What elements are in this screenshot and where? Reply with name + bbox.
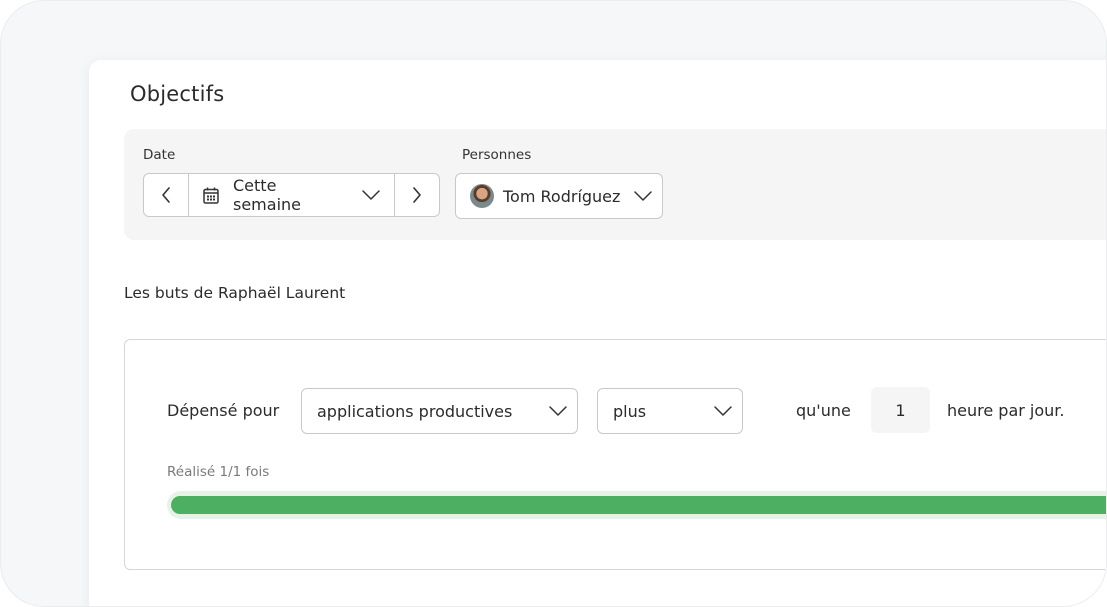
user-avatar: [470, 184, 494, 208]
goals-panel: Objectifs Date Cette semaine Personnes T…: [89, 60, 1106, 606]
category-value: applications productives: [317, 401, 513, 421]
date-filter-label: Date: [143, 147, 176, 163]
progress-bar: [167, 491, 1106, 519]
person-value: Tom Rodríguez: [503, 186, 621, 206]
date-range-picker: Cette semaine: [143, 173, 440, 217]
chevron-down-icon: [714, 406, 732, 416]
goal-connector-text: qu'une: [796, 401, 851, 420]
chevron-down-icon: [549, 406, 567, 416]
goal-suffix-text: heure par jour.: [947, 401, 1065, 420]
window-frame: Objectifs Date Cette semaine Personnes T…: [0, 0, 1107, 607]
previous-period-button[interactable]: [144, 174, 189, 216]
person-dropdown[interactable]: Tom Rodríguez: [455, 173, 663, 219]
chevron-down-icon: [362, 190, 380, 200]
chevron-left-icon: [161, 187, 171, 203]
goal-prefix-text: Dépensé pour: [167, 401, 280, 420]
chevron-down-icon: [634, 191, 652, 201]
next-period-button[interactable]: [394, 174, 439, 216]
chevron-right-icon: [412, 187, 422, 203]
hours-amount-input[interactable]: 1: [871, 387, 930, 433]
date-period-dropdown[interactable]: Cette semaine: [189, 174, 394, 216]
calendar-icon: [203, 187, 219, 204]
people-filter-label: Personnes: [462, 147, 532, 163]
progress-bar-fill: [171, 496, 1106, 514]
comparator-dropdown[interactable]: plus: [597, 388, 743, 434]
goal-card: Dépensé pour applications productives pl…: [124, 339, 1106, 570]
category-dropdown[interactable]: applications productives: [301, 388, 578, 434]
date-period-value: Cette semaine: [233, 176, 301, 214]
goals-heading: Les buts de Raphaël Laurent: [124, 284, 346, 302]
page-title: Objectifs: [130, 82, 225, 106]
comparator-value: plus: [613, 401, 647, 421]
achieved-count-text: Réalisé 1/1 fois: [167, 464, 270, 480]
filter-bar: Date Cette semaine Personnes Tom Rodrígu…: [124, 129, 1106, 240]
